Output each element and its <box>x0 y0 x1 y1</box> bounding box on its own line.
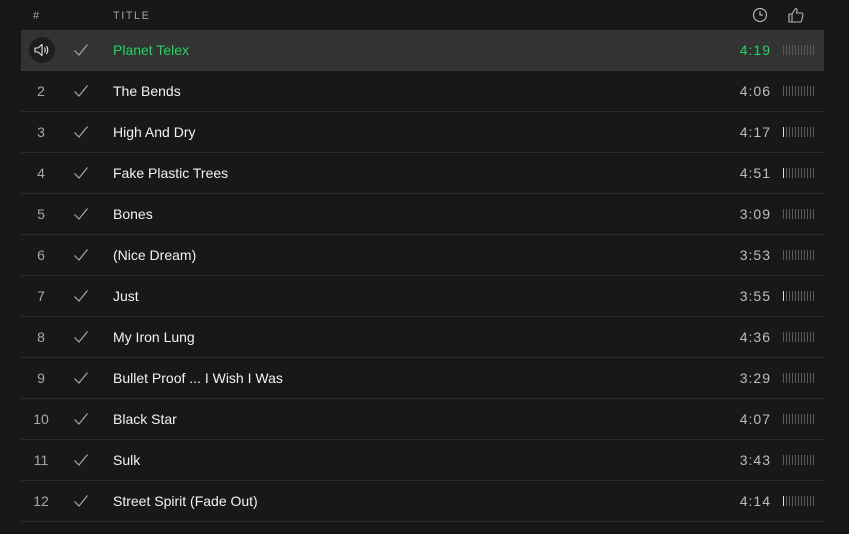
track-title: Black Star <box>113 411 177 427</box>
track-title: High And Dry <box>113 124 196 140</box>
track-number: 9 <box>37 370 45 386</box>
track-duration: 4:06 <box>739 83 771 99</box>
track-row[interactable]: 4 Fake Plastic Trees 4:51 <box>21 153 824 194</box>
tracklist: Planet Telex 4:19 2 The Bends 4:06 3 High And … <box>21 30 824 522</box>
track-row[interactable]: 8 My Iron Lung 4:36 <box>21 317 824 358</box>
track-number: 3 <box>37 124 45 140</box>
popularity-bar <box>783 250 814 260</box>
track-row[interactable]: Planet Telex 4:19 <box>21 30 824 71</box>
popularity-bar <box>783 127 814 137</box>
saved-check-icon[interactable] <box>73 453 89 467</box>
saved-check-icon[interactable] <box>73 330 89 344</box>
saved-check-icon[interactable] <box>73 166 89 180</box>
track-title: Street Spirit (Fade Out) <box>113 493 258 509</box>
track-title: Planet Telex <box>113 42 190 58</box>
track-number: 8 <box>37 329 45 345</box>
track-number: 7 <box>37 288 45 304</box>
track-row[interactable]: 2 The Bends 4:06 <box>21 71 824 112</box>
track-row[interactable]: 6 (Nice Dream) 3:53 <box>21 235 824 276</box>
saved-check-icon[interactable] <box>73 43 89 57</box>
track-duration: 4:51 <box>739 165 771 181</box>
track-duration: 4:17 <box>739 124 771 140</box>
track-row[interactable]: 11 Sulk 3:43 <box>21 440 824 481</box>
track-duration: 3:43 <box>739 452 771 468</box>
track-row[interactable]: 7 Just 3:55 <box>21 276 824 317</box>
track-row[interactable]: 12 Street Spirit (Fade Out) 4:14 <box>21 481 824 522</box>
track-row[interactable]: 5 Bones 3:09 <box>21 194 824 235</box>
popularity-bar <box>783 496 814 506</box>
track-number: 12 <box>33 493 49 509</box>
track-title: Just <box>113 288 139 304</box>
saved-check-icon[interactable] <box>73 289 89 303</box>
saved-check-icon[interactable] <box>73 125 89 139</box>
popularity-bar <box>783 45 814 55</box>
track-duration: 4:07 <box>739 411 771 427</box>
track-title: (Nice Dream) <box>113 247 197 263</box>
speaker-icon[interactable] <box>29 37 55 63</box>
saved-check-icon[interactable] <box>73 371 89 385</box>
popularity-bar <box>783 414 814 424</box>
track-title: Bones <box>113 206 153 222</box>
popularity-bar <box>783 455 814 465</box>
tracklist-header: # TITLE <box>21 0 824 30</box>
saved-check-icon[interactable] <box>73 248 89 262</box>
track-number: 4 <box>37 165 45 181</box>
track-duration: 4:14 <box>739 493 771 509</box>
saved-check-icon[interactable] <box>73 84 89 98</box>
track-duration: 3:09 <box>739 206 771 222</box>
track-title: The Bends <box>113 83 181 99</box>
saved-check-icon[interactable] <box>73 412 89 426</box>
track-title: Fake Plastic Trees <box>113 165 229 181</box>
track-row[interactable]: 9 Bullet Proof ... I Wish I Was 3:29 <box>21 358 824 399</box>
track-row[interactable]: 3 High And Dry 4:17 <box>21 112 824 153</box>
popularity-bar <box>783 373 814 383</box>
saved-check-icon[interactable] <box>73 494 89 508</box>
clock-icon[interactable] <box>752 7 768 23</box>
column-header-title[interactable]: TITLE <box>113 10 150 22</box>
track-number: 2 <box>37 83 45 99</box>
track-number: 11 <box>33 452 49 468</box>
track-number: 5 <box>37 206 45 222</box>
track-number: 10 <box>33 411 49 427</box>
track-row[interactable]: 10 Black Star 4:07 <box>21 399 824 440</box>
popularity-bar <box>783 86 814 96</box>
track-duration: 4:36 <box>739 329 771 345</box>
popularity-bar <box>783 168 814 178</box>
track-duration: 4:19 <box>739 42 771 58</box>
track-number: 6 <box>37 247 45 263</box>
track-duration: 3:53 <box>739 247 771 263</box>
popularity-bar <box>783 209 814 219</box>
thumbs-up-icon[interactable] <box>787 6 805 24</box>
column-header-number[interactable]: # <box>33 10 41 22</box>
track-title: Sulk <box>113 452 141 468</box>
track-title: Bullet Proof ... I Wish I Was <box>113 370 283 386</box>
track-duration: 3:55 <box>739 288 771 304</box>
track-duration: 3:29 <box>739 370 771 386</box>
popularity-bar <box>783 291 814 301</box>
track-title: My Iron Lung <box>113 329 195 345</box>
saved-check-icon[interactable] <box>73 207 89 221</box>
tracklist-panel: # TITLE Planet Telex 4:19 2 The Bends 4:06 3 H… <box>0 0 849 534</box>
popularity-bar <box>783 332 814 342</box>
